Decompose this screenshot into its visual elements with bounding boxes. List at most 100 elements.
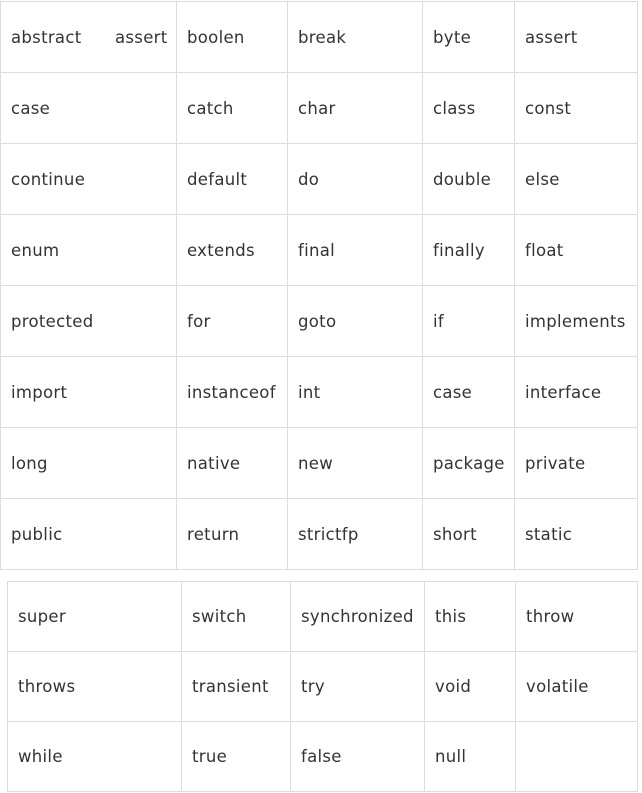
keyword-text: assert bbox=[525, 27, 578, 47]
keyword-cell: finally bbox=[422, 214, 515, 286]
keyword-cell: short bbox=[422, 498, 515, 570]
keyword-text: switch bbox=[192, 607, 247, 626]
keyword-text: finally bbox=[433, 240, 485, 260]
keyword-cell: default bbox=[176, 143, 288, 215]
keyword-cell: instanceof bbox=[176, 356, 288, 428]
table-row: protected for goto if implements bbox=[0, 285, 638, 357]
keyword-text: class bbox=[433, 98, 476, 118]
keyword-cell: protected bbox=[0, 285, 177, 357]
keyword-cell: long bbox=[0, 427, 177, 499]
keyword-cell: byte bbox=[422, 1, 515, 73]
keyword-cell: import bbox=[0, 356, 177, 428]
keyword-text: catch bbox=[187, 98, 234, 118]
keywords-table-2: super switch synchronized this throw throws tr… bbox=[7, 581, 638, 792]
keyword-text: continue bbox=[11, 169, 86, 189]
keyword-cell: else bbox=[514, 143, 638, 215]
keyword-cell: return bbox=[176, 498, 288, 570]
keyword-text: true bbox=[192, 747, 228, 766]
keyword-text: import bbox=[11, 382, 68, 402]
keywords-table-1: abstract assert boolen break byte assert case c… bbox=[0, 1, 638, 570]
keyword-text: const bbox=[525, 98, 572, 118]
keyword-cell: try bbox=[290, 651, 425, 722]
keyword-text: abstract bbox=[11, 27, 82, 47]
keyword-cell: throw bbox=[515, 581, 638, 652]
keyword-text: false bbox=[301, 747, 342, 766]
table-row: throws transient try void volatile bbox=[7, 651, 638, 722]
table-row: enum extends final finally float bbox=[0, 214, 638, 286]
keyword-cell: this bbox=[424, 581, 516, 652]
keyword-cell: void bbox=[424, 651, 516, 722]
keyword-cell: transient bbox=[181, 651, 291, 722]
keyword-cell: super bbox=[7, 581, 182, 652]
keyword-cell: int bbox=[287, 356, 423, 428]
keyword-text: assert bbox=[115, 27, 168, 47]
keyword-cell: char bbox=[287, 72, 423, 144]
keyword-text: private bbox=[525, 453, 586, 473]
keyword-cell: class bbox=[422, 72, 515, 144]
keyword-text: char bbox=[298, 98, 336, 118]
keyword-cell: implements bbox=[514, 285, 638, 357]
keyword-text: int bbox=[298, 382, 321, 402]
keyword-cell: if bbox=[422, 285, 515, 357]
keyword-cell: for bbox=[176, 285, 288, 357]
keyword-cell: synchronized bbox=[290, 581, 425, 652]
keyword-cell: package bbox=[422, 427, 515, 499]
keyword-text: new bbox=[298, 453, 334, 473]
keyword-text: default bbox=[187, 169, 248, 189]
keyword-cell: float bbox=[514, 214, 638, 286]
keyword-text: case bbox=[433, 382, 473, 402]
keyword-cell: static bbox=[514, 498, 638, 570]
keyword-text: throw bbox=[526, 607, 575, 626]
keyword-cell bbox=[515, 721, 638, 792]
keyword-cell: volatile bbox=[515, 651, 638, 722]
keyword-text: byte bbox=[433, 27, 472, 47]
keyword-cell: continue bbox=[0, 143, 177, 215]
keyword-text: void bbox=[435, 677, 472, 696]
keyword-cell: switch bbox=[181, 581, 291, 652]
table-row: super switch synchronized this throw bbox=[7, 581, 638, 652]
keyword-cell: public bbox=[0, 498, 177, 570]
keyword-text: break bbox=[298, 27, 347, 47]
keyword-text: this bbox=[435, 607, 467, 626]
keyword-text: volatile bbox=[526, 677, 589, 696]
keyword-text: float bbox=[525, 240, 564, 260]
keyword-cell: null bbox=[424, 721, 516, 792]
keyword-text: boolen bbox=[187, 27, 245, 47]
keyword-text: public bbox=[11, 524, 63, 544]
keyword-text: final bbox=[298, 240, 336, 260]
keyword-cell: final bbox=[287, 214, 423, 286]
keyword-text: goto bbox=[298, 311, 337, 331]
keyword-cell: strictfp bbox=[287, 498, 423, 570]
keyword-cell: catch bbox=[176, 72, 288, 144]
keyword-text: synchronized bbox=[301, 607, 414, 626]
keyword-cell: abstract assert bbox=[0, 1, 177, 73]
keyword-text: static bbox=[525, 524, 573, 544]
table-row: long native new package private bbox=[0, 427, 638, 499]
keyword-text: if bbox=[433, 311, 444, 331]
keyword-cell: native bbox=[176, 427, 288, 499]
keyword-text: native bbox=[187, 453, 241, 473]
keyword-cell: const bbox=[514, 72, 638, 144]
keyword-text: null bbox=[435, 747, 467, 766]
keyword-cell: while bbox=[7, 721, 182, 792]
keyword-text: extends bbox=[187, 240, 255, 260]
keyword-text: package bbox=[433, 453, 505, 473]
table-row: abstract assert boolen break byte assert bbox=[0, 1, 638, 73]
table-row: while true false null bbox=[7, 721, 638, 792]
keyword-text: short bbox=[433, 524, 477, 544]
table-row: import instanceof int case interface bbox=[0, 356, 638, 428]
keyword-text: protected bbox=[11, 311, 94, 331]
keyword-text: case bbox=[11, 98, 51, 118]
keyword-text: for bbox=[187, 311, 211, 331]
keyword-text: do bbox=[298, 169, 320, 189]
keyword-text: return bbox=[187, 524, 240, 544]
keyword-cell: goto bbox=[287, 285, 423, 357]
keyword-text: super bbox=[18, 607, 66, 626]
keyword-cell: new bbox=[287, 427, 423, 499]
table-row: public return strictfp short static bbox=[0, 498, 638, 570]
keyword-cell: do bbox=[287, 143, 423, 215]
keyword-cell: case bbox=[422, 356, 515, 428]
keyword-text: long bbox=[11, 453, 48, 473]
table-row: case catch char class const bbox=[0, 72, 638, 144]
keyword-cell: assert bbox=[514, 1, 638, 73]
